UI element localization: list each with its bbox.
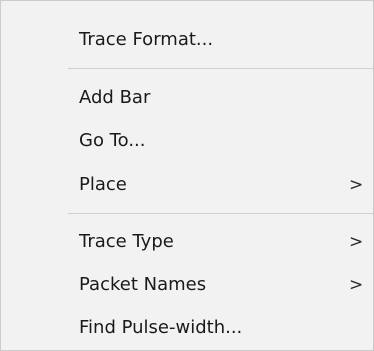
context-menu: Trace Format... Add Bar Go To... Place >…	[0, 0, 374, 351]
menu-item-place[interactable]: Place >	[1, 165, 373, 205]
menu-item-label: Find Pulse-width...	[79, 317, 243, 338]
menu-item-trace-format[interactable]: Trace Format...	[1, 20, 373, 60]
menu-item-add-bar[interactable]: Add Bar	[1, 78, 373, 118]
menu-item-label: Place	[79, 174, 127, 195]
menu-separator	[68, 213, 373, 214]
menu-item-go-to[interactable]: Go To...	[1, 121, 373, 161]
menu-item-packet-names[interactable]: Packet Names >	[1, 265, 373, 305]
chevron-right-icon: >	[349, 275, 364, 295]
menu-item-label: Add Bar	[79, 87, 151, 108]
menu-separator	[68, 68, 373, 69]
chevron-right-icon: >	[349, 175, 364, 195]
menu-item-find-pulse-width[interactable]: Find Pulse-width...	[1, 308, 373, 348]
menu-item-label: Go To...	[79, 130, 146, 151]
chevron-right-icon: >	[349, 232, 364, 252]
menu-item-label: Trace Type	[79, 231, 174, 252]
menu-item-trace-type[interactable]: Trace Type >	[1, 222, 373, 262]
menu-item-label: Trace Format...	[79, 29, 214, 50]
menu-item-label: Packet Names	[79, 274, 207, 295]
